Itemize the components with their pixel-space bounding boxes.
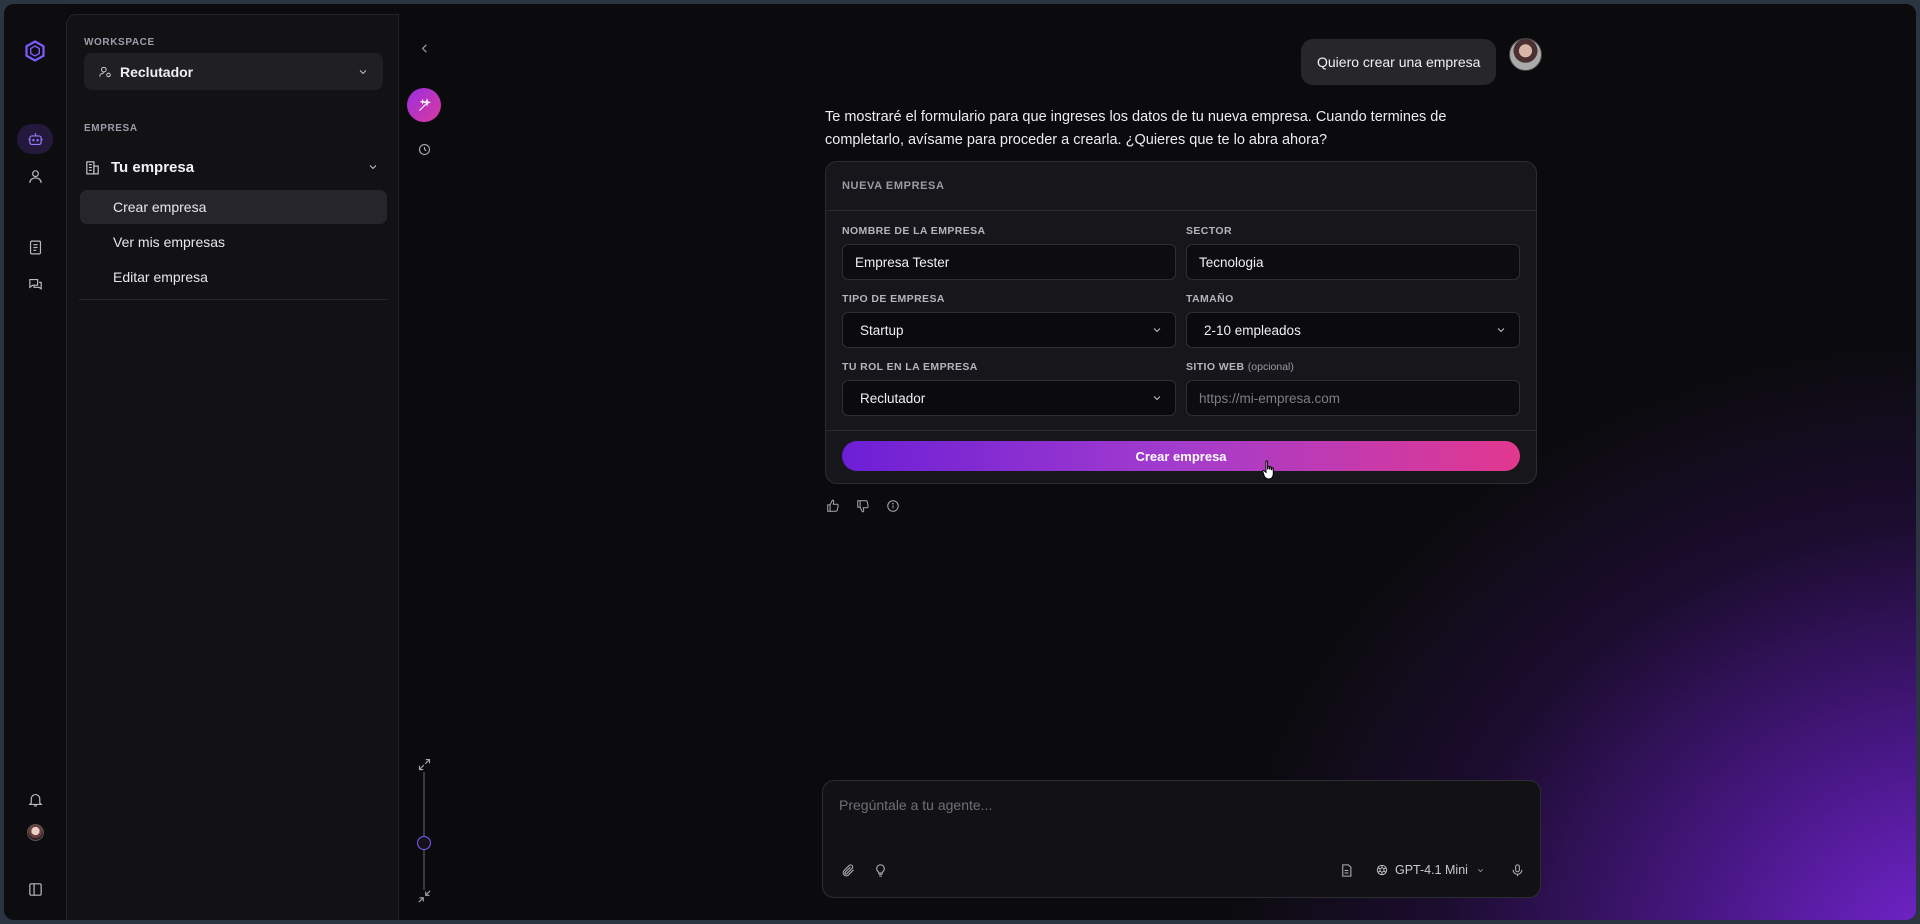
sidebar-toggle-icon[interactable] — [17, 874, 53, 904]
hand-cursor-icon — [1262, 460, 1274, 480]
history-clock-icon[interactable] — [407, 132, 441, 166]
paperclip-icon[interactable] — [839, 861, 857, 879]
avatar[interactable] — [27, 824, 44, 841]
divider — [826, 430, 1536, 431]
optional-hint: (opcional) — [1247, 361, 1294, 373]
sidebar-item-crear-empresa[interactable]: Crear empresa — [80, 190, 387, 224]
user-message: Quiero crear una empresa — [1301, 39, 1497, 85]
bot-icon[interactable] — [17, 124, 53, 154]
tipo-label: TIPO DE EMPRESA — [842, 293, 945, 305]
shrink-icon[interactable] — [407, 879, 441, 913]
info-icon[interactable] — [884, 497, 902, 515]
divider — [826, 210, 1536, 211]
group-title: Tu empresa — [111, 158, 195, 176]
form-title: NUEVA EMPRESA — [842, 180, 945, 192]
zoom-slider-track[interactable] — [423, 772, 425, 890]
chevron-down-icon — [1495, 324, 1507, 336]
workspace-panel: WORKSPACE Reclutador EMPRESA Tu empresa … — [66, 14, 399, 920]
chevron-down-icon — [367, 161, 379, 173]
web-label: SITIO WEB (opcional) — [1186, 361, 1294, 373]
user-avatar[interactable] — [1509, 38, 1542, 71]
logo-hexagon-icon[interactable] — [17, 36, 53, 66]
sidebar-item-editar-empresa[interactable]: Editar empresa — [80, 260, 387, 294]
assistant-message: Te mostraré el formulario para que ingre… — [825, 109, 1447, 148]
company-size-select[interactable]: 2-10 empleados — [1186, 312, 1520, 348]
new-company-form: NUEVA EMPRESA NOMBRE DE LA EMPRESA Empre… — [825, 161, 1537, 484]
company-name-field[interactable]: Empresa Tester — [842, 244, 1176, 280]
chevron-down-icon — [1468, 866, 1485, 875]
model-selector[interactable]: GPT-4.1 Mini — [1375, 861, 1485, 879]
role-value: Reclutador — [860, 390, 926, 406]
tamano-label: TAMAÑO — [1186, 293, 1234, 305]
zoom-slider-knob[interactable] — [417, 836, 431, 850]
section-label-empresa: EMPRESA — [84, 123, 138, 134]
thumbs-down-icon[interactable] — [854, 497, 872, 515]
web-label-text: SITIO WEB — [1186, 361, 1245, 373]
chevron-down-icon — [1151, 392, 1163, 404]
collapse-chevron-icon[interactable] — [407, 31, 441, 65]
rol-label: TU ROL EN LA EMPRESA — [842, 361, 978, 373]
group-tu-empresa[interactable]: Tu empresa — [84, 153, 383, 181]
nombre-label: NOMBRE DE LA EMPRESA — [842, 225, 986, 237]
thumbs-up-icon[interactable] — [824, 497, 842, 515]
workspace-label: WORKSPACE — [84, 37, 155, 48]
company-size-value: 2-10 empleados — [1204, 322, 1301, 338]
chat-icon[interactable] — [17, 269, 53, 299]
composer-input[interactable]: Pregúntale a tu agente... — [839, 797, 992, 813]
microphone-icon[interactable] — [1508, 861, 1526, 879]
document-icon[interactable] — [17, 232, 53, 262]
chevron-down-icon — [357, 66, 369, 78]
sparkle-magic-icon[interactable] — [407, 88, 441, 122]
company-type-value: Startup — [860, 322, 904, 338]
sidebar-item-ver-mis-empresas[interactable]: Ver mis empresas — [80, 225, 387, 259]
website-field[interactable]: https://mi-empresa.com — [1186, 380, 1520, 416]
workspace-value: Reclutador — [120, 63, 194, 80]
user-cog-icon — [98, 65, 120, 79]
create-company-button[interactable]: Crear empresa — [842, 441, 1520, 471]
sector-label: SECTOR — [1186, 225, 1232, 237]
app-window: WORKSPACE Reclutador EMPRESA Tu empresa … — [4, 4, 1916, 920]
workspace-select[interactable]: Reclutador — [84, 53, 383, 90]
divider — [79, 299, 388, 300]
openai-icon — [1376, 864, 1388, 876]
role-select[interactable]: Reclutador — [842, 380, 1176, 416]
document-icon[interactable] — [1337, 861, 1355, 879]
icon-rail — [4, 4, 66, 920]
bell-icon[interactable] — [17, 784, 53, 814]
company-type-select[interactable]: Startup — [842, 312, 1176, 348]
model-name: GPT-4.1 Mini — [1395, 863, 1468, 877]
building-icon — [84, 159, 111, 176]
chat-composer[interactable]: Pregúntale a tu agente... GPT-4.1 Mini — [822, 780, 1541, 898]
tool-column — [399, 14, 449, 920]
sector-field[interactable]: Tecnologia — [1186, 244, 1520, 280]
user-icon[interactable] — [17, 161, 53, 191]
lightbulb-icon[interactable] — [871, 861, 889, 879]
chevron-down-icon — [1151, 324, 1163, 336]
